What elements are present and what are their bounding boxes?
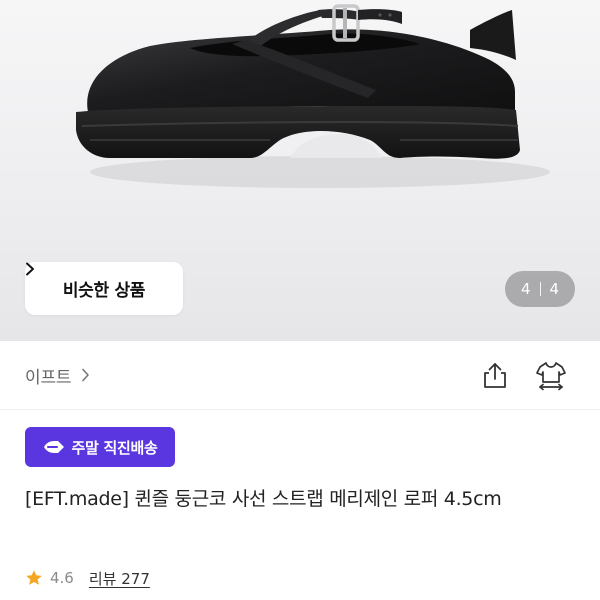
total-image-count: 4 [549,280,560,298]
star-icon [26,570,42,585]
product-detail-page: 비슷한 상품 4 4 이프트 주말 직진배송 [EFT.made] 퀸즐 둥근코… [0,0,600,600]
brand-link[interactable]: 이프트 [25,362,90,388]
similar-products-label: 비슷한 상품 [62,281,146,301]
counter-divider [539,282,541,296]
rating-score: 4.6 [50,569,74,587]
similar-products-button[interactable]: 비슷한 상품 [25,262,183,315]
brand-name: 이프트 [25,367,72,388]
product-image-gallery[interactable]: 비슷한 상품 4 4 [0,0,600,341]
rating-summary: 4.6 리뷰 277 [25,566,150,590]
weekend-delivery-badge: 주말 직진배송 [25,427,175,467]
product-title: [EFT.made] 퀸즐 둥근코 사선 스트랩 메리제인 로퍼 4.5cm [25,488,502,510]
chevron-right-icon [26,262,34,276]
delivery-arrow-icon [43,441,64,453]
share-icon[interactable] [480,360,510,390]
brand-row: 이프트 [0,341,600,410]
image-page-counter: 4 4 [505,271,575,307]
clothing-fit-icon[interactable] [534,358,568,392]
delivery-badge-label: 주말 직진배송 [71,438,158,457]
current-image-index: 4 [520,280,531,298]
review-count-link[interactable]: 리뷰 277 [89,568,150,589]
chevron-right-icon [82,368,90,382]
